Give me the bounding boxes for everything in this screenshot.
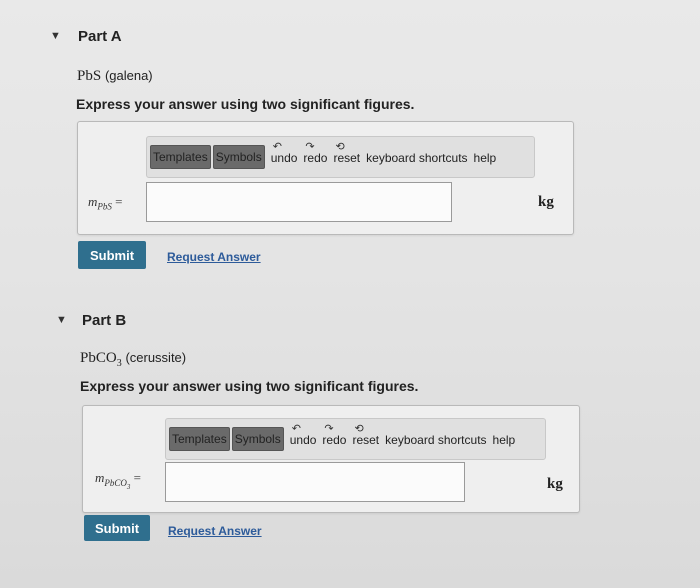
symbols-button[interactable]: Symbols	[212, 145, 265, 169]
part-a-compound: PbS (galena)	[77, 68, 153, 85]
part-b-unit: kg	[547, 476, 563, 492]
undo-arrow-icon: ↶	[272, 141, 282, 153]
part-a-request-answer-link[interactable]: Request Answer	[167, 250, 261, 264]
redo-button[interactable]: ↷ redo	[303, 141, 327, 165]
help-button[interactable]: help	[474, 149, 497, 165]
part-a-math-toolbar: Templates Symbols ↶ undo ↷ redo ⟲ reset key…	[146, 136, 535, 178]
templates-button[interactable]: Templates	[150, 145, 211, 169]
reset-button[interactable]: ⟲ reset	[333, 141, 360, 165]
undo-button[interactable]: ↶ undo	[271, 141, 298, 165]
part-a-submit-button[interactable]: Submit	[78, 241, 146, 269]
help-button[interactable]: help	[493, 431, 516, 447]
redo-arrow-icon: ↷	[324, 423, 334, 435]
part-b-formula: PbCO3	[80, 350, 122, 369]
part-a-instruction: Express your answer using two significan…	[76, 96, 415, 112]
part-a-title[interactable]: Part A	[78, 28, 122, 45]
redo-button[interactable]: ↷ redo	[322, 423, 346, 447]
part-b-answer-input[interactable]	[165, 462, 465, 502]
reset-icon: ⟲	[335, 141, 345, 153]
part-b-variable-label: mPbCO3 =	[95, 470, 141, 491]
reset-icon: ⟲	[354, 423, 364, 435]
reset-button[interactable]: ⟲ reset	[352, 423, 379, 447]
part-b-title[interactable]: Part B	[82, 312, 126, 329]
part-a-answer-panel: Templates Symbols ↶ undo ↷ redo ⟲ reset key…	[77, 121, 574, 235]
keyboard-shortcuts-button[interactable]: keyboard shortcuts	[366, 149, 467, 165]
collapse-part-a-icon[interactable]: ▼	[50, 30, 61, 42]
part-a-answer-input[interactable]	[146, 182, 452, 222]
part-b-compound: PbCO3 (cerussite)	[80, 350, 186, 369]
part-a-formula: PbS	[77, 68, 102, 84]
part-b-answer-panel: Templates Symbols ↶ undo ↷ redo ⟲ reset key…	[82, 405, 580, 513]
templates-button[interactable]: Templates	[169, 427, 230, 451]
keyboard-shortcuts-button[interactable]: keyboard shortcuts	[385, 431, 486, 447]
redo-arrow-icon: ↷	[305, 141, 315, 153]
collapse-part-b-icon[interactable]: ▼	[56, 314, 67, 326]
part-b-submit-button[interactable]: Submit	[84, 515, 150, 541]
symbols-button[interactable]: Symbols	[231, 427, 284, 451]
undo-arrow-icon: ↶	[291, 423, 301, 435]
part-b-math-toolbar: Templates Symbols ↶ undo ↷ redo ⟲ reset key…	[165, 418, 546, 460]
part-a-mineral-name: (galena)	[104, 68, 153, 83]
part-a-unit: kg	[538, 194, 554, 210]
part-b-request-answer-link[interactable]: Request Answer	[168, 524, 262, 538]
part-b-mineral-name: (cerussite)	[125, 350, 187, 365]
undo-button[interactable]: ↶ undo	[290, 423, 317, 447]
part-b-instruction: Express your answer using two significan…	[80, 378, 419, 394]
part-a-variable-label: mPbS =	[88, 194, 123, 212]
